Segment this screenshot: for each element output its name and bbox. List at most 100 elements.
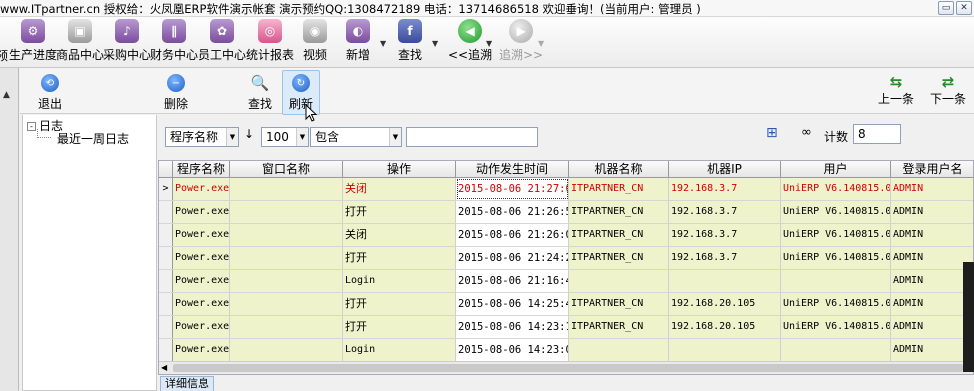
cell-login-user[interactable]: ADMIN xyxy=(891,339,973,361)
cell-machine-name[interactable]: ITPARTNER_CN xyxy=(569,316,669,338)
delete-button[interactable]: − 删除 xyxy=(164,74,188,112)
cell-program[interactable]: Power.exe xyxy=(173,224,230,246)
toolbar-product[interactable]: ▣ 商品中心 xyxy=(56,19,104,63)
cell-window[interactable] xyxy=(230,270,343,292)
cell-action-time[interactable]: 2015-08-06 21:27:03 xyxy=(456,178,569,200)
column-header-window[interactable]: 窗口名称 xyxy=(230,161,343,177)
cell-program[interactable]: Power.exe xyxy=(173,178,230,200)
cell-user[interactable]: UniERP V6.140815.02 xyxy=(781,247,891,269)
sort-direction-icon[interactable]: ↓ xyxy=(244,127,254,141)
toolbar-find[interactable]: f 查找 xyxy=(398,19,422,63)
cell-machine-name[interactable]: ITPARTNER_CN xyxy=(569,224,669,246)
cell-machine-ip[interactable] xyxy=(669,339,781,361)
cell-machine-name[interactable]: ITPARTNER_CN xyxy=(569,178,669,200)
cell-machine-ip[interactable]: 192.168.20.105 xyxy=(669,316,781,338)
cell-machine-name[interactable]: ITPARTNER_CN xyxy=(569,247,669,269)
cell-operation[interactable]: 打开 xyxy=(343,247,456,269)
close-button[interactable]: ✕ xyxy=(956,1,972,15)
cell-login-user[interactable]: ADMIN xyxy=(891,224,973,246)
cell-login-user[interactable]: ADMIN xyxy=(891,178,973,200)
cell-machine-ip[interactable]: 192.168.3.7 xyxy=(669,224,781,246)
cell-action-time[interactable]: 2015-08-06 14:25:42 xyxy=(456,293,569,315)
table-row[interactable]: Power.exe 打开 2015-08-06 21:26:59 ITPARTNER_… xyxy=(159,201,973,224)
row-indicator[interactable]: > xyxy=(159,178,173,200)
toolbar-item-partial[interactable]: 预 xyxy=(0,47,8,64)
column-chooser-icon[interactable]: ⊞ xyxy=(766,125,778,141)
table-row[interactable]: Power.exe 关闭 2015-08-06 21:26:00 ITPARTNER_… xyxy=(159,224,973,247)
cell-user[interactable] xyxy=(781,270,891,292)
cell-program[interactable]: Power.exe xyxy=(173,316,230,338)
cell-action-time[interactable]: 2015-08-06 21:26:00 xyxy=(456,224,569,246)
cell-program[interactable]: Power.exe xyxy=(173,293,230,315)
cell-operation[interactable]: Login xyxy=(343,339,456,361)
cell-machine-ip[interactable]: 192.168.3.7 xyxy=(669,247,781,269)
table-row[interactable]: Power.exe 打开 2015-08-06 14:23:10 ITPARTNER_… xyxy=(159,316,973,339)
cell-machine-ip[interactable]: 192.168.3.7 xyxy=(669,201,781,223)
cell-window[interactable] xyxy=(230,201,343,223)
cell-action-time[interactable]: 2015-08-06 21:26:59 xyxy=(456,201,569,223)
cell-program[interactable]: Power.exe xyxy=(173,247,230,269)
cell-user[interactable]: UniERP V6.140815.02 xyxy=(781,178,891,200)
cell-action-time[interactable]: 2015-08-06 14:23:02 xyxy=(456,339,569,361)
filter-field-select[interactable]: 程序名称 ▼ xyxy=(165,127,239,147)
column-header-login-user[interactable]: 登录用户名 xyxy=(891,161,973,177)
table-row[interactable]: Power.exe Login 2015-08-06 14:23:02 ADMIN xyxy=(159,339,973,362)
cell-action-time[interactable]: 2015-08-06 21:24:20 xyxy=(456,247,569,269)
tree-collapse-toggle[interactable]: - xyxy=(27,122,36,131)
toolbar-production[interactable]: ⚙ 生产进度 xyxy=(9,19,57,63)
exit-button[interactable]: ⟲ 退出 xyxy=(38,74,62,112)
column-header-action-time[interactable]: 动作发生时间 xyxy=(456,161,569,177)
column-header-user[interactable]: 用户 xyxy=(781,161,891,177)
table-row[interactable]: Power.exe 打开 2015-08-06 14:25:42 ITPARTNER_… xyxy=(159,293,973,316)
table-row[interactable]: Power.exe Login 2015-08-06 21:16:42 ADMIN xyxy=(159,270,973,293)
count-field[interactable]: 8 xyxy=(853,124,901,144)
cell-action-time[interactable]: 2015-08-06 14:23:10 xyxy=(456,316,569,338)
cell-operation[interactable]: 关闭 xyxy=(343,224,456,246)
cell-machine-ip[interactable] xyxy=(669,270,781,292)
table-row[interactable]: Power.exe 打开 2015-08-06 21:24:20 ITPARTNER_… xyxy=(159,247,973,270)
row-indicator[interactable] xyxy=(159,339,173,361)
cell-action-time[interactable]: 2015-08-06 21:16:42 xyxy=(456,270,569,292)
cell-user[interactable]: UniERP V6.140815.02 xyxy=(781,224,891,246)
cell-user[interactable]: UniERP V6.140815.02 xyxy=(781,293,891,315)
back-trace-dropdown-caret[interactable]: ▼ xyxy=(486,39,492,48)
scrollbar-thumb[interactable] xyxy=(173,364,963,372)
new-dropdown-caret[interactable]: ▼ xyxy=(380,39,386,48)
cell-machine-ip[interactable]: 192.168.20.105 xyxy=(669,293,781,315)
cell-machine-name[interactable]: ITPARTNER_CN xyxy=(569,293,669,315)
column-header-operation[interactable]: 操作 xyxy=(343,161,456,177)
binoculars-icon[interactable]: ∞ xyxy=(801,125,812,140)
cell-login-user[interactable]: ADMIN xyxy=(891,293,973,315)
horizontal-scrollbar[interactable]: ◀ xyxy=(159,361,973,374)
cell-user[interactable]: UniERP V6.140815.02 xyxy=(781,316,891,338)
toolbar-staff[interactable]: ✿ 员工中心 xyxy=(198,19,246,63)
cell-window[interactable] xyxy=(230,224,343,246)
tab-details[interactable]: 详细信息 xyxy=(160,376,214,391)
toolbar-purchase[interactable]: ♪ 采购中心 xyxy=(103,19,151,63)
scroll-left-icon[interactable]: ◀ xyxy=(161,362,167,374)
find-dropdown-caret[interactable]: ▼ xyxy=(432,39,438,48)
cell-login-user[interactable]: ADMIN xyxy=(891,247,973,269)
collapse-up-icon[interactable]: ▲ xyxy=(3,90,10,100)
cell-operation[interactable]: 打开 xyxy=(343,201,456,223)
filter-value-input[interactable] xyxy=(406,127,538,147)
cell-machine-ip[interactable]: 192.168.3.7 xyxy=(669,178,781,200)
column-header-machine-ip[interactable]: 机器IP xyxy=(669,161,781,177)
cell-window[interactable] xyxy=(230,247,343,269)
cell-operation[interactable]: 打开 xyxy=(343,316,456,338)
cell-machine-name[interactable] xyxy=(569,270,669,292)
row-indicator[interactable] xyxy=(159,316,173,338)
tree-node-recent-week[interactable]: 最近一周日志 xyxy=(57,130,129,147)
toolbar-finance[interactable]: ∥ 财务中心 xyxy=(150,19,198,63)
find-button[interactable]: 🔍 查找 xyxy=(248,74,272,112)
cell-machine-name[interactable] xyxy=(569,339,669,361)
row-indicator[interactable] xyxy=(159,293,173,315)
cell-window[interactable] xyxy=(230,293,343,315)
cell-operation[interactable]: 打开 xyxy=(343,293,456,315)
next-record-button[interactable]: ⇄ 下一条 xyxy=(930,74,966,107)
toolbar-report[interactable]: ◎ 统计报表 xyxy=(246,19,294,63)
cell-user[interactable]: UniERP V6.140815.02 xyxy=(781,201,891,223)
row-indicator[interactable] xyxy=(159,247,173,269)
cell-operation[interactable]: 关闭 xyxy=(343,178,456,200)
cell-window[interactable] xyxy=(230,339,343,361)
